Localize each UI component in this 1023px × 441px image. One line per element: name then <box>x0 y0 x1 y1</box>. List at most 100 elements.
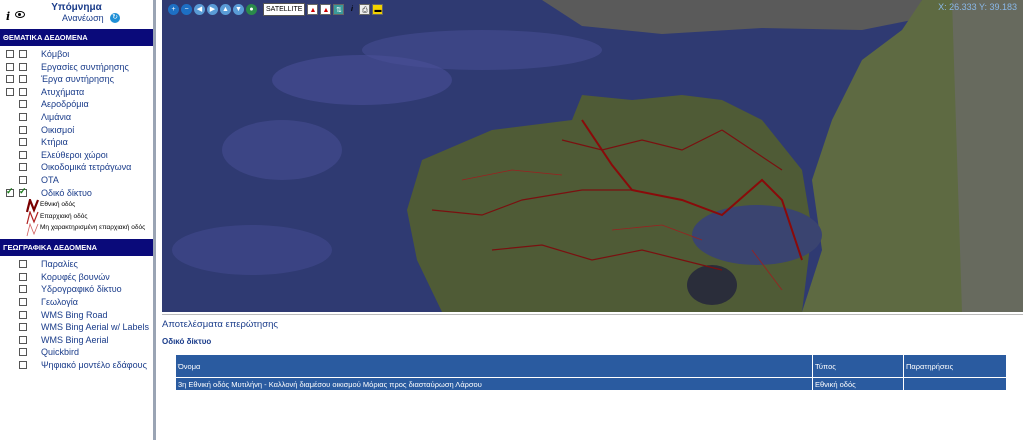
legend-national-road: Εθνική οδός <box>0 199 153 214</box>
layer-info-checkbox[interactable] <box>6 87 14 96</box>
thematic-data-header: ΘΕΜΑΤΙΚΑ ΔΕΔΟΜΕΝΑ <box>0 29 153 46</box>
layer-label: Ατυχήματα <box>41 86 85 97</box>
layer-label: Εργασίες συντήρησης <box>41 61 129 72</box>
satellite-imagery[interactable] <box>162 0 1023 312</box>
legend-title: Υπόμνημα <box>51 2 102 13</box>
pan-up-icon[interactable]: ▲ <box>220 3 231 15</box>
layer-visibility-checkbox[interactable] <box>19 100 27 109</box>
full-extent-icon[interactable]: ● <box>246 3 257 15</box>
layer-visibility-checkbox[interactable] <box>19 150 27 159</box>
layer-visibility-checkbox[interactable] <box>19 50 27 58</box>
refresh-link[interactable]: Ανανέωση <box>62 13 104 23</box>
table-row[interactable]: 3η Εθνική οδός Μυτιλήνη - Καλλονή διαμέσ… <box>175 377 1007 391</box>
layer-info-checkbox[interactable] <box>6 50 14 58</box>
layer-visibility-checkbox[interactable] <box>19 125 27 134</box>
layer-label: Ψηφιακό μοντέλο εδάφους <box>41 359 147 370</box>
geographic-data-header: ΓΕΩΓΡΑΦΙΚΑ ΔΕΔΟΜΕΝΑ <box>0 239 153 257</box>
layer-row-bing-aerial[interactable]: WMS Bing Aerial <box>0 334 153 347</box>
measure-area-icon[interactable]: ▲ <box>320 3 332 15</box>
results-title: Αποτελέσματα επερώτησης <box>162 319 278 330</box>
layer-row-bing-road[interactable]: WMS Bing Road <box>0 309 153 322</box>
print-icon[interactable]: ⎙ <box>359 3 371 15</box>
layer-row-ports[interactable]: Λιμάνια <box>0 111 153 124</box>
layer-label: WMS Bing Aerial w/ Labels <box>41 322 150 333</box>
layer-visibility-checkbox[interactable] <box>19 272 27 281</box>
layer-row-quickbird[interactable]: Quickbird <box>0 346 153 359</box>
cell-type: Εθνική οδός <box>812 377 904 391</box>
results-layer-name: Οδικό δίκτυο <box>162 337 212 346</box>
layer-visibility-checkbox[interactable] <box>19 260 27 269</box>
layer-visibility-checkbox[interactable] <box>19 138 27 147</box>
layer-row-buildings[interactable]: Κτήρια <box>0 136 153 149</box>
layer-label: Έργα συντήρησης <box>41 74 114 85</box>
basemap-select[interactable]: SATELLITE <box>263 2 306 16</box>
pan-down-icon[interactable]: ▼ <box>233 3 244 15</box>
legend-header: i Υπόμνημα Ανανέωση ↻ <box>0 0 153 27</box>
layer-info-checkbox[interactable] <box>6 75 14 84</box>
column-header-type[interactable]: Τύπος <box>812 354 904 378</box>
layer-row-maintenance-tasks[interactable]: Εργασίες συντήρησης <box>0 61 153 74</box>
layer-row-geology[interactable]: Γεωλογία <box>0 296 153 309</box>
layer-visibility-checkbox[interactable] <box>19 62 27 71</box>
pan-right-icon[interactable]: ▶ <box>207 3 218 15</box>
unclassified-road-symbol-icon <box>26 223 39 237</box>
table-header-row: Όνομα Τύπος Παρατηρήσεις <box>175 354 1007 378</box>
measure-distance-icon[interactable]: ▲ <box>307 3 319 15</box>
layer-label: Λιμάνια <box>41 111 72 122</box>
layer-visibility-checkbox[interactable] <box>19 360 27 369</box>
cell-name[interactable]: 3η Εθνική οδός Μυτιλήνη - Καλλονή διαμέσ… <box>175 377 813 391</box>
layer-label: Οικισμοί <box>41 124 75 135</box>
pan-left-icon[interactable]: ◀ <box>194 3 205 15</box>
route-icon[interactable]: ⇅ <box>333 3 345 15</box>
layer-visibility-checkbox[interactable] <box>19 285 27 294</box>
layer-label: Quickbird <box>41 347 80 358</box>
column-header-remarks[interactable]: Παρατηρήσεις <box>903 354 1007 378</box>
legend-sidebar: i Υπόμνημα Ανανέωση ↻ ΘΕΜΑΤΙΚΑ ΔΕΔΟΜΕΝΑ … <box>0 0 156 440</box>
layer-row-maintenance-works[interactable]: Έργα συντήρησης <box>0 73 153 86</box>
layer-visibility-checkbox[interactable] <box>19 310 27 319</box>
layer-label: Υδρογραφικό δίκτυο <box>41 284 122 295</box>
layer-row-hydro[interactable]: Υδρογραφικό δίκτυο <box>0 283 153 296</box>
layer-visibility-checkbox[interactable] <box>19 323 27 332</box>
layer-label: ΟΤΑ <box>41 174 59 185</box>
layer-label: Κορυφές βουνών <box>41 271 110 282</box>
layer-label: Παραλίες <box>41 259 78 270</box>
coordinate-readout: X: 26.333 Y: 39.183 <box>938 2 1017 12</box>
legend-provincial-road: Επαρχιακή οδός <box>0 211 153 225</box>
layer-row-building-blocks[interactable]: Οικοδομικά τετράγωνα <box>0 161 153 174</box>
layer-label: Οδικό δίκτυο <box>41 187 92 198</box>
layer-visibility-checkbox[interactable] <box>19 348 27 357</box>
layer-visibility-checkbox[interactable] <box>19 87 27 96</box>
layer-row-open-spaces[interactable]: Ελεύθεροι χώροι <box>0 149 153 162</box>
layer-row-peaks[interactable]: Κορυφές βουνών <box>0 271 153 284</box>
layer-visibility-checkbox[interactable] <box>19 112 27 121</box>
layer-row-airports[interactable]: Αεροδρόμια <box>0 98 153 111</box>
layer-visibility-checkbox[interactable] <box>19 175 27 184</box>
layer-row-bing-aerial-labels[interactable]: WMS Bing Aerial w/ Labels <box>0 321 153 334</box>
layer-visibility-checkbox[interactable] <box>19 163 27 172</box>
zoom-out-icon[interactable]: − <box>181 3 192 15</box>
layer-label: Αεροδρόμια <box>41 99 89 110</box>
layer-row-nodes[interactable]: Κόμβοι <box>0 48 153 61</box>
legend-label: Επαρχιακή οδός <box>40 213 88 221</box>
layer-row-settlements[interactable]: Οικισμοί <box>0 124 153 137</box>
column-header-name[interactable]: Όνομα <box>175 354 813 378</box>
layer-label: Ελεύθεροι χώροι <box>41 149 108 160</box>
map-toolbar: + − ◀ ▶ ▲ ▼ ● SATELLITE ▲ ▲ ⇅ i ⎙ ▬ <box>162 0 418 18</box>
refresh-icon[interactable]: ↻ <box>110 13 120 23</box>
layer-visibility-checkbox[interactable] <box>19 186 27 197</box>
layer-row-beaches[interactable]: Παραλίες <box>0 258 153 271</box>
legend-unclassified-road: Μη χαρακτηρισμένη επαρχιακή οδός <box>0 223 153 237</box>
layer-row-accidents[interactable]: Ατυχήματα <box>0 86 153 99</box>
identify-icon[interactable]: i <box>346 4 357 15</box>
layer-row-road-network[interactable]: Οδικό δίκτυο <box>0 186 153 200</box>
zoom-in-icon[interactable]: + <box>168 3 179 15</box>
layer-visibility-checkbox[interactable] <box>19 297 27 306</box>
ruler-icon[interactable]: ▬ <box>372 3 384 15</box>
layer-row-dem[interactable]: Ψηφιακό μοντέλο εδάφους <box>0 359 153 372</box>
layer-visibility-checkbox[interactable] <box>19 335 27 344</box>
layer-visibility-checkbox[interactable] <box>19 75 27 84</box>
layer-info-checkbox[interactable] <box>6 186 14 197</box>
layer-info-checkbox[interactable] <box>6 62 14 71</box>
map-view[interactable]: + − ◀ ▶ ▲ ▼ ● SATELLITE ▲ ▲ ⇅ i ⎙ ▬ X: 2… <box>162 0 1023 312</box>
